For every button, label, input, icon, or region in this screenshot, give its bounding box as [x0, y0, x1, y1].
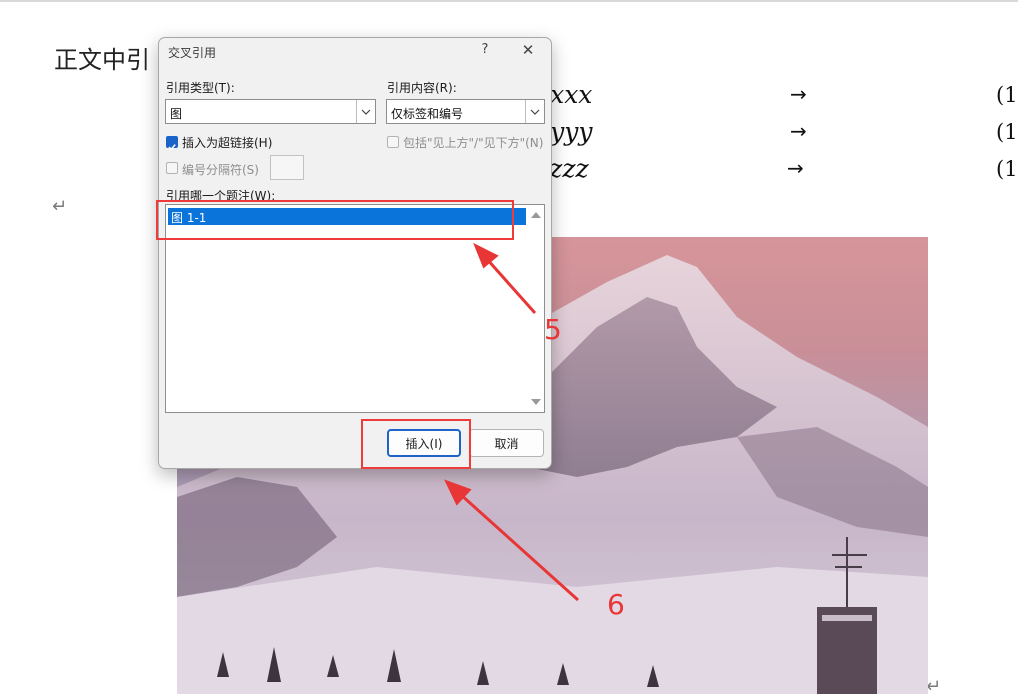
arrowhead-step-5 [473, 242, 499, 269]
arrow-step-6 [458, 492, 580, 602]
annotation-arrows [444, 242, 580, 602]
arrow-step-5 [484, 257, 537, 314]
